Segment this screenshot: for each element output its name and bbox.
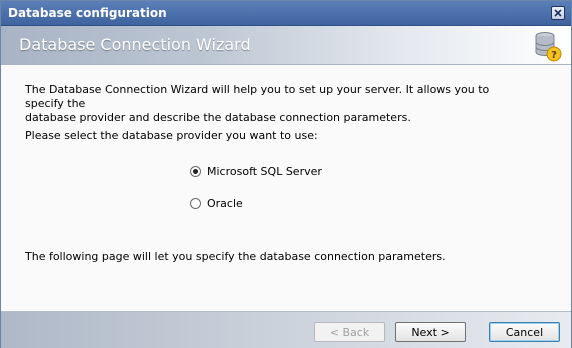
wizard-content: The Database Connection Wizard will help… — [1, 65, 571, 311]
wizard-title: Database Connection Wizard — [19, 35, 251, 54]
wizard-header: Database Connection Wizard ? — [1, 26, 571, 65]
title-bar[interactable]: Database configuration — [1, 1, 571, 26]
wizard-window: Database configuration Database Connecti… — [0, 0, 572, 348]
svg-text:?: ? — [551, 50, 557, 61]
window-title: Database configuration — [8, 6, 167, 20]
intro-text: The Database Connection Wizard will help… — [25, 83, 525, 125]
close-icon — [554, 9, 562, 17]
radio-label-oracle[interactable]: Oracle — [207, 197, 243, 210]
radio-sql-server[interactable] — [190, 166, 201, 177]
intro-line-2: database provider and describe the datab… — [25, 111, 411, 124]
radio-oracle[interactable] — [190, 198, 201, 209]
database-help-icon: ? — [535, 32, 562, 62]
radio-option-sql-server[interactable]: Microsoft SQL Server — [190, 165, 322, 178]
radio-option-oracle[interactable]: Oracle — [190, 197, 243, 210]
next-button[interactable]: Next > — [395, 322, 466, 342]
close-button[interactable] — [551, 6, 565, 20]
radio-label-sql-server[interactable]: Microsoft SQL Server — [207, 165, 322, 178]
intro-line-1: The Database Connection Wizard will help… — [25, 83, 490, 110]
cancel-button[interactable]: Cancel — [489, 322, 560, 342]
wizard-footer: < Back Next > Cancel — [1, 311, 571, 348]
following-page-text: The following page will let you specify … — [25, 250, 446, 263]
provider-prompt: Please select the database provider you … — [25, 129, 318, 142]
back-button[interactable]: < Back — [314, 322, 385, 342]
